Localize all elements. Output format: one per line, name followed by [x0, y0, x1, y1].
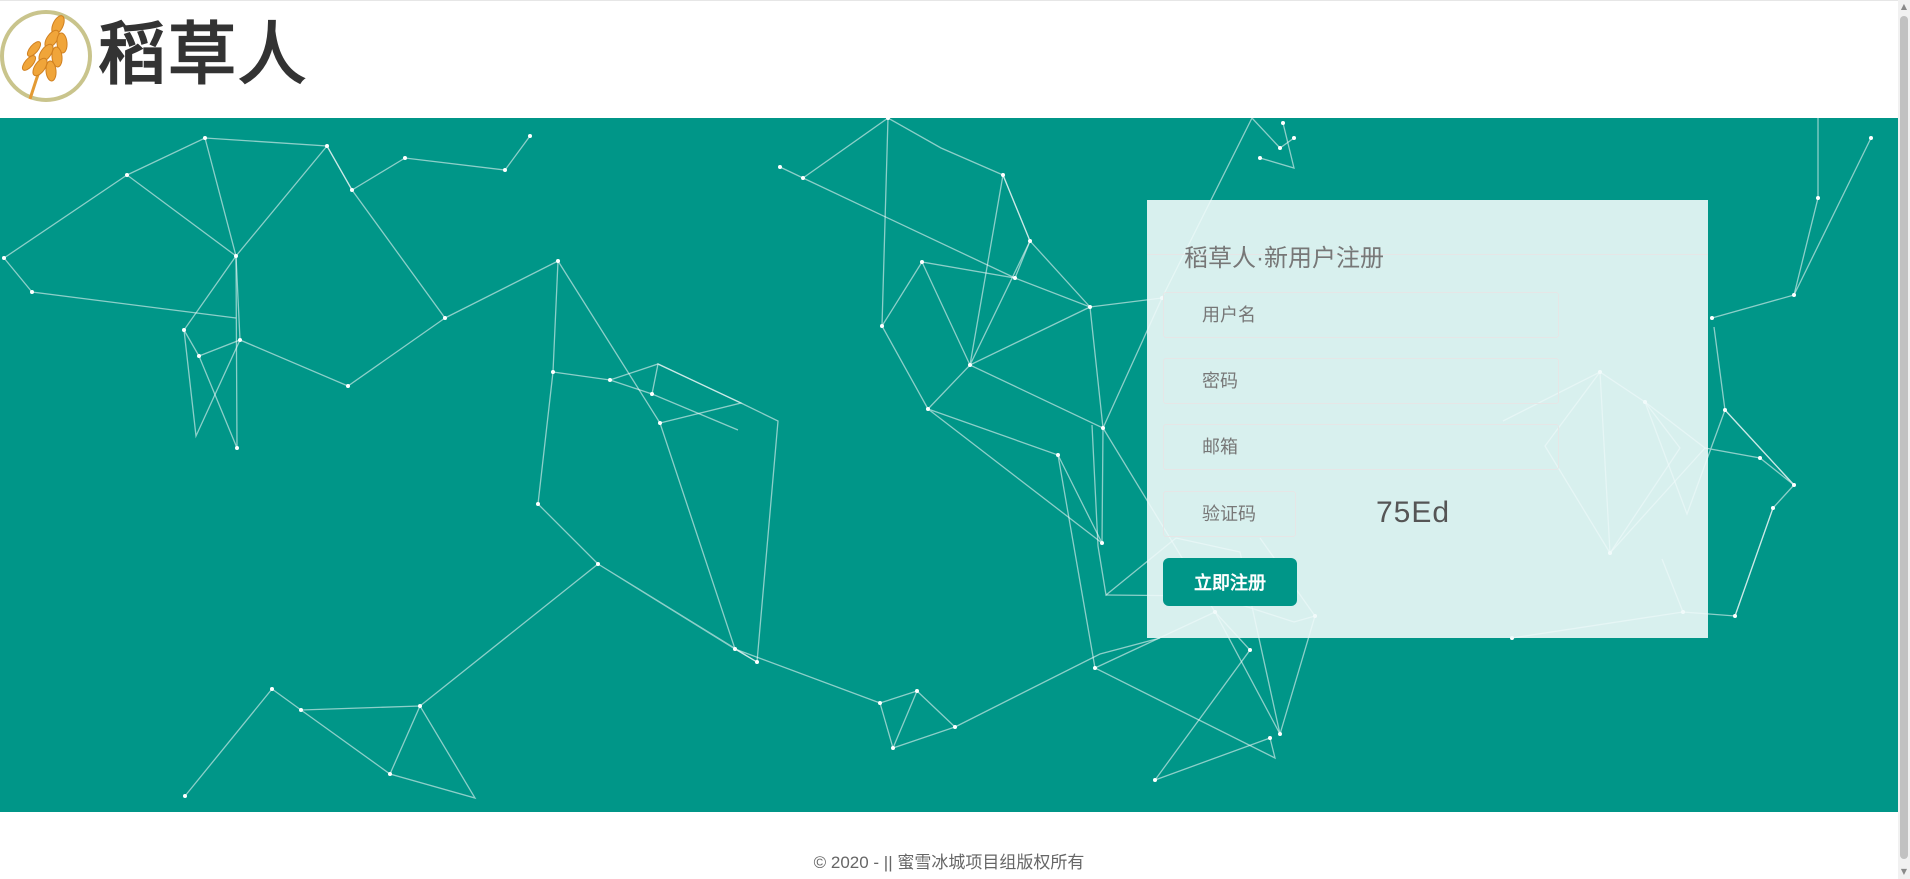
scrollbar-thumb[interactable] — [1900, 16, 1908, 859]
form-title: 稻草人·新用户注册 — [1184, 245, 1384, 272]
username-input[interactable] — [1163, 292, 1559, 338]
footer-copyright: © 2020 - || 蜜雪冰城项目组版权所有 — [813, 853, 1085, 872]
scroll-up-icon[interactable]: ▲ — [1898, 0, 1910, 14]
register-form: 稻草人·新用户注册 75Ed 立即注册 — [1147, 200, 1708, 638]
scroll-down-icon[interactable]: ▼ — [1898, 865, 1910, 879]
site-header: 稻草人 — [0, 0, 1898, 118]
logo-text: 稻草人 — [98, 15, 309, 95]
password-input[interactable] — [1163, 358, 1559, 404]
captcha-input[interactable] — [1163, 491, 1296, 537]
register-button[interactable]: 立即注册 — [1163, 558, 1297, 606]
site-logo[interactable]: 稻草人 — [0, 3, 310, 111]
register-page: 稻草人 稻草人·新用户注册 用户名 邮箱 验证码 75Ed 立即注册 © 202… — [0, 0, 1910, 879]
email-input[interactable] — [1163, 424, 1559, 470]
page-scrollbar[interactable]: ▲ ▼ — [1898, 0, 1910, 879]
wheat-icon — [0, 10, 92, 102]
captcha-image[interactable]: 75Ed — [1376, 496, 1450, 530]
